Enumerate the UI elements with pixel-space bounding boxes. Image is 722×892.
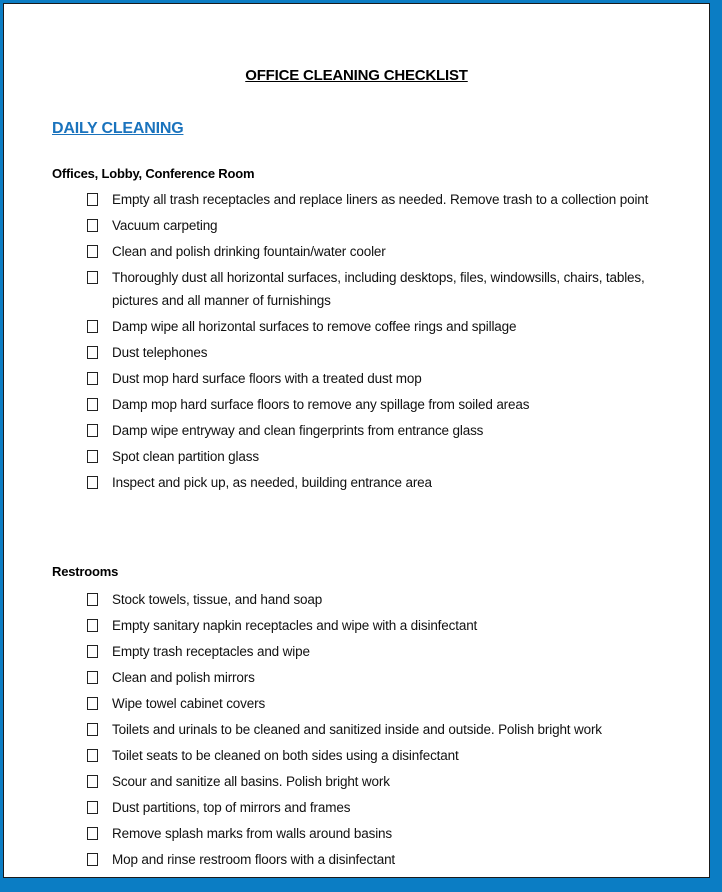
checklist-item-label: Remove splash marks from walls around ba… — [112, 826, 393, 841]
checklist-item: Spot clean partition glass — [87, 445, 677, 468]
checkbox[interactable] — [87, 645, 98, 658]
checkbox[interactable] — [87, 749, 98, 762]
checklist-item-label: Thoroughly dust all horizontal surfaces,… — [112, 270, 645, 308]
checklist-item-label: Empty trash receptacles and wipe — [112, 644, 310, 659]
group-title-restrooms: Restrooms — [52, 564, 119, 579]
checklist-item: Inspect and pick up, as needed, building… — [87, 471, 677, 494]
checkbox[interactable] — [87, 671, 98, 684]
checklist-item-label: Spot clean partition glass — [112, 449, 259, 464]
checklist-item: Clean and polish drinking fountain/water… — [87, 240, 677, 263]
document-title: OFFICE CLEANING CHECKLIST — [245, 67, 468, 84]
checklist-item: Empty all trash receptacles and replace … — [87, 188, 677, 211]
checkbox[interactable] — [87, 424, 98, 437]
checklist-item: Wipe towel cabinet covers — [87, 692, 677, 715]
checklist-item-label: Scour and sanitize all basins. Polish br… — [112, 774, 390, 789]
checklist-restrooms: Stock towels, tissue, and hand soap Empty… — [87, 588, 677, 874]
checklist-item-label: Dust partitions, top of mirrors and fram… — [112, 800, 351, 815]
checklist-item: Mop and rinse restroom floors with a dis… — [87, 848, 677, 871]
checklist-item-label: Dust telephones — [112, 345, 208, 360]
checkbox[interactable] — [87, 827, 98, 840]
checklist-item: Toilet seats to be cleaned on both sides… — [87, 744, 677, 767]
checklist-item: Damp wipe all horizontal surfaces to rem… — [87, 315, 677, 338]
checkbox[interactable] — [87, 476, 98, 489]
section-heading-daily-cleaning: DAILY CLEANING — [52, 120, 184, 137]
checkbox[interactable] — [87, 193, 98, 206]
checkbox[interactable] — [87, 801, 98, 814]
checklist-item: Empty sanitary napkin receptacles and wi… — [87, 614, 677, 637]
checklist-item: Remove splash marks from walls around ba… — [87, 822, 677, 845]
checklist-item-label: Dust mop hard surface floors with a trea… — [112, 371, 422, 386]
checkbox[interactable] — [87, 271, 98, 284]
checkbox[interactable] — [87, 593, 98, 606]
checkbox[interactable] — [87, 775, 98, 788]
checklist-item-label: Clean and polish drinking fountain/water… — [112, 244, 386, 259]
checklist-item-label: Damp mop hard surface floors to remove a… — [112, 397, 530, 412]
checklist-item: Damp wipe entryway and clean fingerprint… — [87, 419, 677, 442]
checklist-item: Clean and polish mirrors — [87, 666, 677, 689]
checklist-item: Stock towels, tissue, and hand soap — [87, 588, 677, 611]
checkbox[interactable] — [87, 219, 98, 232]
document-page: OFFICE CLEANING CHECKLIST DAILY CLEANING… — [3, 3, 710, 878]
checkbox[interactable] — [87, 398, 98, 411]
checklist-item: Scour and sanitize all basins. Polish br… — [87, 770, 677, 793]
checklist-item-label: Damp wipe all horizontal surfaces to rem… — [112, 319, 517, 334]
checklist-offices: Empty all trash receptacles and replace … — [87, 188, 677, 497]
checkbox[interactable] — [87, 697, 98, 710]
checklist-item-label: Clean and polish mirrors — [112, 670, 255, 685]
checkbox[interactable] — [87, 853, 98, 866]
checkbox[interactable] — [87, 723, 98, 736]
checklist-item: Damp mop hard surface floors to remove a… — [87, 393, 677, 416]
checklist-item: Vacuum carpeting — [87, 214, 677, 237]
checkbox[interactable] — [87, 619, 98, 632]
checkbox[interactable] — [87, 245, 98, 258]
checkbox[interactable] — [87, 320, 98, 333]
checkbox[interactable] — [87, 372, 98, 385]
checklist-item-label: Damp wipe entryway and clean fingerprint… — [112, 423, 484, 438]
checklist-item-label: Toilets and urinals to be cleaned and sa… — [112, 722, 602, 737]
checklist-item-label: Toilet seats to be cleaned on both sides… — [112, 748, 459, 763]
checklist-item-label: Stock towels, tissue, and hand soap — [112, 592, 323, 607]
checklist-item: Thoroughly dust all horizontal surfaces,… — [87, 266, 677, 312]
checklist-item-label: Empty sanitary napkin receptacles and wi… — [112, 618, 478, 633]
checklist-item: Dust mop hard surface floors with a trea… — [87, 367, 677, 390]
checkbox[interactable] — [87, 346, 98, 359]
checklist-item-label: Empty all trash receptacles and replace … — [112, 192, 649, 207]
checklist-item-label: Inspect and pick up, as needed, building… — [112, 475, 432, 490]
group-title-offices: Offices, Lobby, Conference Room — [52, 166, 255, 181]
checklist-item: Toilets and urinals to be cleaned and sa… — [87, 718, 677, 741]
checklist-item-label: Mop and rinse restroom floors with a dis… — [112, 852, 396, 867]
checklist-item: Empty trash receptacles and wipe — [87, 640, 677, 663]
checklist-item-label: Wipe towel cabinet covers — [112, 696, 266, 711]
checklist-item-label: Vacuum carpeting — [112, 218, 218, 233]
checklist-item: Dust telephones — [87, 341, 677, 364]
checkbox[interactable] — [87, 450, 98, 463]
checklist-item: Dust partitions, top of mirrors and fram… — [87, 796, 677, 819]
